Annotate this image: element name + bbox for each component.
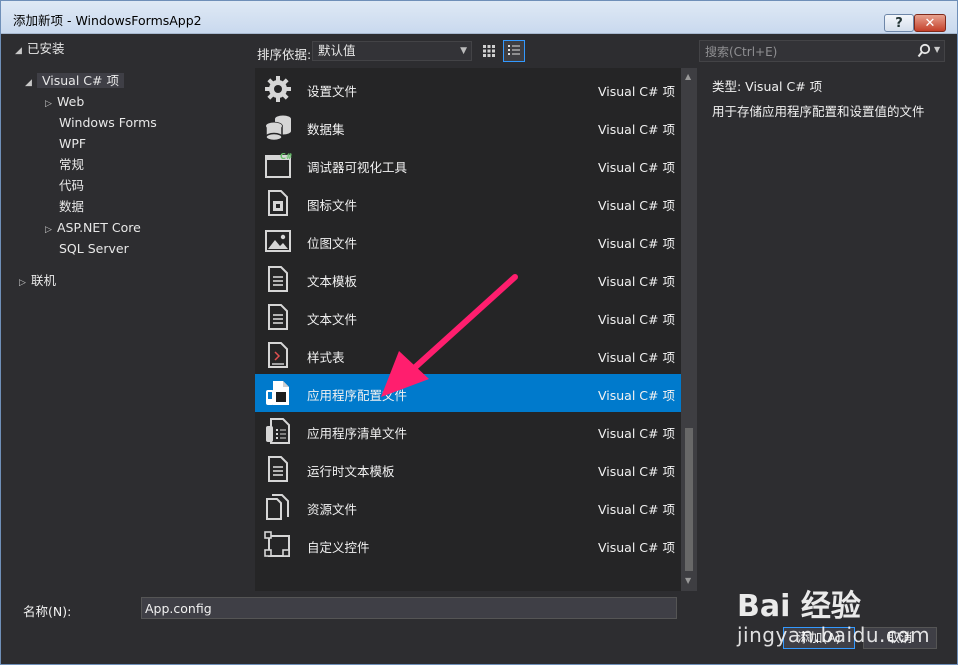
detail-type: 类型: Visual C# 项 — [712, 79, 823, 94]
detail-description: 用于存储应用程序配置和设置值的文件 — [712, 104, 925, 119]
watermark-brand: Bai 经验 — [737, 589, 861, 624]
search-input[interactable] — [700, 41, 907, 63]
search-icon[interactable] — [917, 43, 931, 59]
add-new-item-dialog: 添加新项 - WindowsFormsApp2 ? ✕ ◢ 已安装 ◢ Visual… — [0, 0, 958, 665]
search-box[interactable]: ▼ — [699, 40, 945, 63]
file-name-input[interactable] — [141, 597, 677, 619]
search-options-chevron-icon[interactable]: ▼ — [934, 45, 940, 54]
watermark-url: jingyan.baidu.com — [737, 623, 931, 647]
name-label: 名称(N): — [23, 604, 72, 619]
